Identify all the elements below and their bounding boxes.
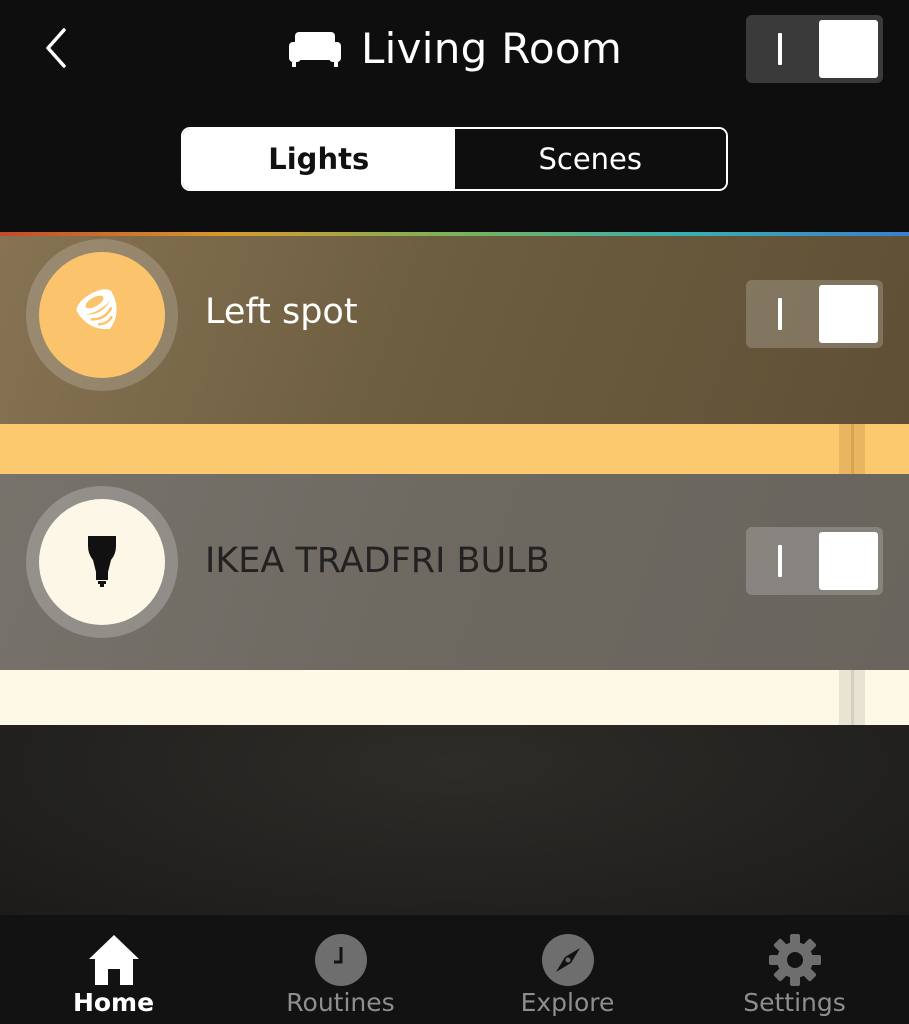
light-row-ikea-tradfri-bulb[interactable]: IKEA TRADFRI BULB <box>0 474 909 670</box>
light-color-disc <box>39 499 165 625</box>
light-color-disc <box>39 252 165 378</box>
nav-label: Routines <box>286 988 395 1017</box>
slider-handle[interactable] <box>839 424 865 474</box>
brightness-slider-ikea-tradfri-bulb[interactable] <box>0 670 909 725</box>
light-icon-ring[interactable] <box>26 486 178 638</box>
light-row-left-spot[interactable]: Left spot <box>0 236 909 424</box>
light-icon-ring[interactable] <box>26 239 178 391</box>
toggle-on-mark <box>778 298 782 330</box>
nav-label: Settings <box>743 988 846 1017</box>
toggle-on-mark <box>778 545 782 577</box>
light-name: Left spot <box>205 292 358 332</box>
toggle-knob <box>819 285 878 343</box>
light-toggle-ikea-tradfri-bulb[interactable] <box>746 527 883 595</box>
tab-lights[interactable]: Lights <box>183 129 455 189</box>
nav-routines[interactable]: Routines <box>227 915 454 1024</box>
light-name: IKEA TRADFRI BULB <box>205 541 550 581</box>
spotlight-icon <box>76 289 117 330</box>
room-master-toggle[interactable] <box>746 15 883 83</box>
empty-area <box>0 725 909 915</box>
toggle-knob <box>819 20 878 78</box>
toggle-on-mark <box>778 33 782 65</box>
nav-explore[interactable]: Explore <box>454 915 681 1024</box>
header: Living Room Lights Scenes <box>0 0 909 232</box>
slider-handle[interactable] <box>839 670 865 725</box>
nav-label: Home <box>72 988 155 1017</box>
clock-icon <box>314 934 367 986</box>
page-title: Living Room <box>360 23 623 73</box>
toggle-knob <box>819 532 878 590</box>
nav-label: Explore <box>520 988 615 1017</box>
view-segmented-control: Lights Scenes <box>181 127 728 191</box>
sofa-icon <box>288 32 341 67</box>
brightness-slider-left-spot[interactable] <box>0 424 909 474</box>
home-icon <box>88 935 139 985</box>
nav-home[interactable]: Home <box>0 915 227 1024</box>
gear-icon <box>768 934 821 986</box>
light-toggle-left-spot[interactable] <box>746 280 883 348</box>
bulb-icon <box>88 536 116 587</box>
nav-settings[interactable]: Settings <box>681 915 908 1024</box>
compass-icon <box>541 934 594 986</box>
tab-scenes[interactable]: Scenes <box>454 129 726 189</box>
bottom-nav: Home Routines Explore Settings <box>0 915 909 1024</box>
